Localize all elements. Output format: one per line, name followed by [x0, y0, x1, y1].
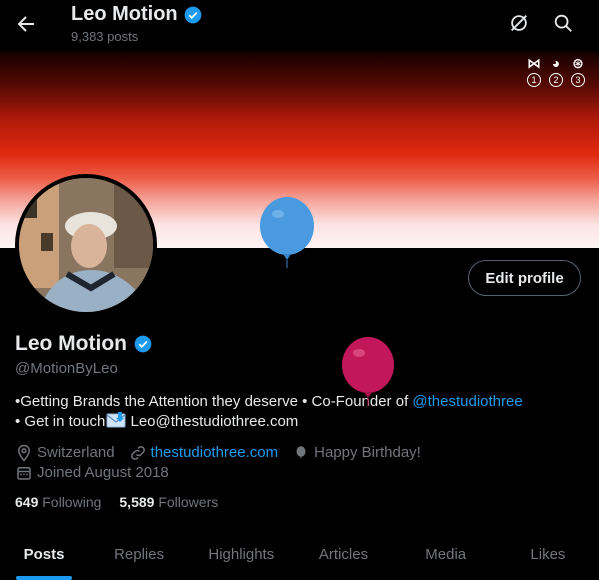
- logo-mark-icon: ◕: [551, 55, 561, 71]
- link-icon: [130, 446, 145, 460]
- location-text: Switzerland: [37, 444, 115, 461]
- bio-text: • Get in touch: [15, 413, 106, 430]
- balloon-pink-icon: [342, 337, 394, 406]
- edit-profile-button[interactable]: Edit profile: [468, 260, 581, 296]
- profile-handle: @MotionByLeo: [15, 360, 118, 377]
- logo-number: 3: [571, 73, 585, 87]
- banner-logos: ⋈ 1 ◕ 2 ⊛ 3: [525, 56, 587, 87]
- tab-replies[interactable]: Replies: [88, 532, 190, 580]
- banner-logo-2: ◕ 2: [547, 56, 565, 87]
- tab-media[interactable]: Media: [395, 532, 497, 580]
- refresh-slash-icon[interactable]: [508, 12, 530, 34]
- arrow-left-icon[interactable]: [14, 12, 38, 36]
- top-bar: Leo Motion 9,383 posts: [0, 0, 599, 52]
- profile-bio: •Getting Brands the Attention they deser…: [15, 392, 523, 432]
- following-link[interactable]: 649 Following: [15, 494, 101, 510]
- search-icon[interactable]: [552, 12, 574, 34]
- header-name: Leo Motion: [71, 3, 203, 26]
- website-item[interactable]: thestudiothree.com: [129, 443, 279, 463]
- banner-logo-3: ⊛ 3: [569, 56, 587, 87]
- following-count: 649: [15, 494, 39, 510]
- joined-item: Joined August 2018: [15, 463, 169, 483]
- birthday-item: Happy Birthday!: [292, 443, 421, 463]
- banner-logo-1: ⋈ 1: [525, 56, 543, 87]
- tab-articles[interactable]: Articles: [292, 532, 394, 580]
- meta-row-1: Switzerland thestudiothree.com Happy Bir…: [15, 443, 421, 463]
- profile-meta: Switzerland thestudiothree.com Happy Bir…: [15, 443, 421, 483]
- email-text: Leo@thestudiothree.com: [126, 413, 299, 430]
- header-name-text: Leo Motion: [71, 3, 178, 25]
- following-label: Following: [42, 494, 102, 510]
- avatar-photo: [19, 178, 153, 312]
- joined-text: Joined August 2018: [37, 464, 169, 481]
- birthday-text: Happy Birthday!: [314, 444, 421, 461]
- posts-count: 9,383 posts: [71, 29, 139, 44]
- logo-mark-icon: ⋈: [527, 55, 541, 71]
- tab-highlights[interactable]: Highlights: [190, 532, 292, 580]
- balloon-blue-icon: [260, 197, 314, 268]
- logo-mark-icon: ⊛: [572, 55, 584, 71]
- balloon-icon: [296, 446, 306, 459]
- profile-tabs: Posts Replies Highlights Articles Media …: [0, 532, 599, 580]
- follow-counts: 649 Following 5,589 Followers: [15, 494, 218, 510]
- logo-number: 1: [527, 73, 541, 87]
- calendar-icon: [17, 467, 31, 480]
- location-item: Switzerland: [15, 443, 115, 463]
- meta-row-2: Joined August 2018: [15, 463, 421, 483]
- website-link[interactable]: thestudiothree.com: [151, 443, 279, 463]
- avatar[interactable]: [15, 174, 157, 316]
- profile-name: Leo Motion: [15, 332, 153, 356]
- studio-mention-link[interactable]: @thestudiothree: [412, 393, 522, 410]
- envelope-icon: [106, 412, 126, 428]
- followers-count: 5,589: [119, 494, 155, 510]
- followers-label: Followers: [158, 494, 219, 510]
- profile-name-text: Leo Motion: [15, 332, 127, 355]
- bio-line-1: •Getting Brands the Attention they deser…: [15, 392, 523, 412]
- bio-line-2: • Get in touch Leo@thestudiothree.com: [15, 412, 523, 432]
- location-pin-icon: [17, 444, 31, 462]
- tab-posts[interactable]: Posts: [0, 532, 88, 580]
- verified-badge-icon: [134, 335, 152, 353]
- logo-number: 2: [549, 73, 563, 87]
- verified-badge-icon: [184, 6, 201, 23]
- followers-link[interactable]: 5,589 Followers: [119, 494, 218, 510]
- tab-likes[interactable]: Likes: [497, 532, 599, 580]
